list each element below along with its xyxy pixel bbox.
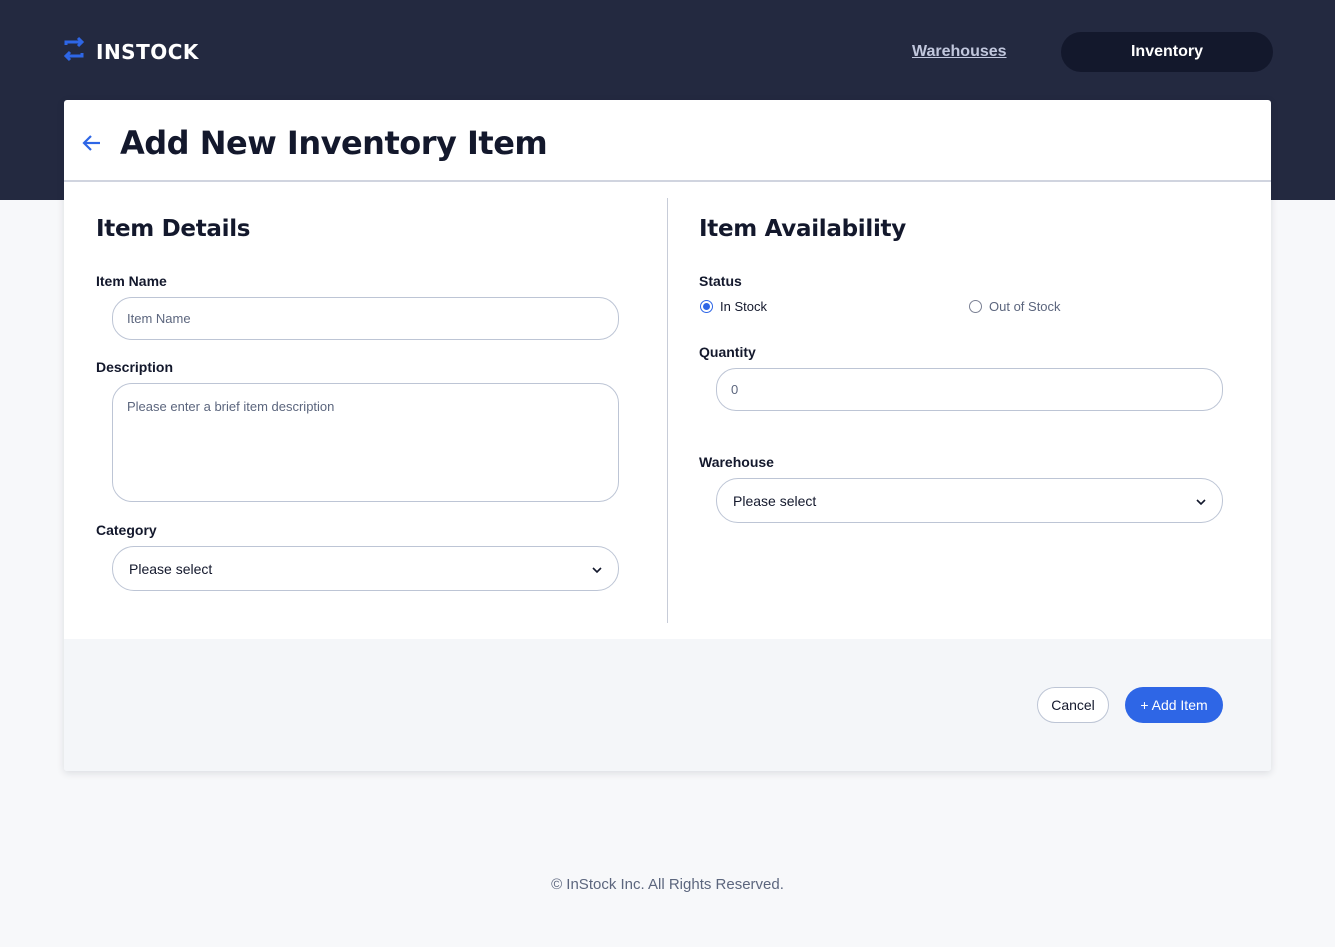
nav-inventory-button[interactable]: Inventory <box>1061 32 1273 72</box>
status-label: Status <box>699 273 742 289</box>
warehouse-label: Warehouse <box>699 454 774 470</box>
item-name-label: Item Name <box>96 273 167 289</box>
warehouse-select[interactable]: Please select <box>716 478 1223 523</box>
item-availability-title: Item Availability <box>699 216 906 242</box>
description-label: Description <box>96 359 174 375</box>
add-item-button[interactable]: + Add Item <box>1125 687 1223 723</box>
card-header: Add New Inventory Item <box>64 100 1271 182</box>
category-label: Category <box>96 522 157 538</box>
out-of-stock-label: Out of Stock <box>989 299 1061 314</box>
item-details-title: Item Details <box>96 216 251 242</box>
quantity-value: 0 <box>731 382 739 397</box>
form-card: Add New Inventory Item Item Details Item… <box>64 100 1271 771</box>
logo-text: INSTOCK <box>96 39 199 64</box>
back-arrow-icon[interactable] <box>82 133 102 158</box>
description-textarea[interactable]: Please enter a brief item description <box>112 383 619 502</box>
radio-unchecked-icon[interactable] <box>969 300 982 313</box>
item-name-placeholder: Item Name <box>127 311 191 326</box>
category-select[interactable]: Please select <box>112 546 619 591</box>
description-placeholder: Please enter a brief item description <box>127 399 335 414</box>
chevron-down-icon <box>1196 493 1206 509</box>
item-name-input[interactable]: Item Name <box>112 297 619 340</box>
column-divider <box>667 198 668 623</box>
page-title: Add New Inventory Item <box>120 124 548 162</box>
status-out-of-stock-radio[interactable]: Out of Stock <box>969 299 1061 314</box>
nav-warehouses-link[interactable]: Warehouses <box>912 43 1007 61</box>
quantity-input[interactable]: 0 <box>716 368 1223 411</box>
cancel-button[interactable]: Cancel <box>1037 687 1109 723</box>
category-select-value: Please select <box>129 560 213 577</box>
radio-checked-icon[interactable] <box>700 300 713 313</box>
logo[interactable]: INSTOCK <box>62 36 199 67</box>
swap-arrows-icon <box>62 36 86 67</box>
quantity-label: Quantity <box>699 344 756 360</box>
chevron-down-icon <box>592 561 602 577</box>
copyright-text: © InStock Inc. All Rights Reserved. <box>551 876 784 893</box>
status-in-stock-radio[interactable]: In Stock <box>700 299 767 314</box>
warehouse-select-value: Please select <box>733 492 817 509</box>
in-stock-label: In Stock <box>720 299 767 314</box>
